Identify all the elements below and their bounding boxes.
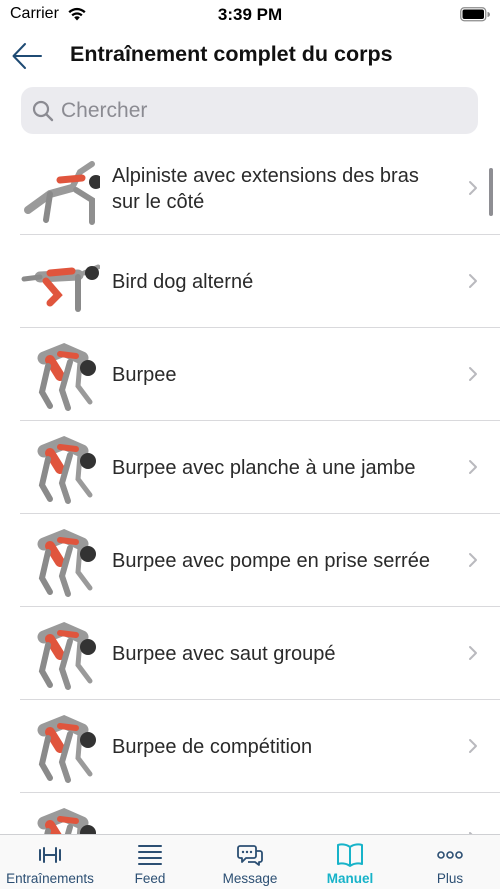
status-bar: Carrier 3:39 PM	[0, 0, 500, 30]
search-bar[interactable]	[21, 87, 478, 134]
battery-icon	[460, 7, 490, 27]
exercise-thumbnail	[20, 615, 100, 693]
exercise-thumbnail	[20, 429, 100, 507]
exercise-label	[112, 793, 442, 834]
scrollbar[interactable]	[489, 168, 493, 216]
exercise-thumbnail	[20, 336, 100, 414]
exercise-row[interactable]: Burpee	[20, 328, 500, 421]
tab-dumbbell[interactable]: Entraînements	[0, 835, 100, 889]
tab-label: Manuel	[326, 871, 374, 886]
back-button[interactable]	[10, 40, 44, 72]
exercise-label: Burpee avec saut groupé	[112, 642, 336, 665]
exercise-label: Bird dog alterné	[112, 270, 254, 293]
exercise-label: Alpiniste avec extensions des bras sur l…	[112, 164, 419, 213]
chevron-right-icon	[468, 180, 478, 196]
exercise-label: Burpee avec pompe en prise serrée	[112, 549, 430, 572]
tab-label: Feed	[134, 871, 166, 886]
exercise-label: Burpee avec planche à une jambe	[112, 456, 416, 479]
exercise-thumbnail	[20, 801, 100, 834]
exercise-label: Burpee de compétition	[112, 735, 313, 758]
tab-label: Message	[222, 871, 278, 886]
tab-more-dots[interactable]: Plus	[400, 835, 500, 889]
exercise-thumbnail	[20, 150, 103, 228]
search-icon	[31, 99, 55, 123]
more-dots-icon	[436, 842, 464, 868]
navigation-bar: Entraînement complet du corps	[0, 30, 500, 82]
exercise-row[interactable]: Burpee avec planche à une jambe	[20, 421, 500, 514]
exercise-list[interactable]: Alpiniste avec extensions des bras sur l…	[0, 142, 500, 834]
tab-feed-lines[interactable]: Feed	[100, 835, 200, 889]
exercise-row[interactable]: Burpee avec saut groupé	[20, 607, 500, 700]
tab-label: Entraînements	[6, 871, 94, 886]
tab-book[interactable]: Manuel	[300, 835, 400, 889]
clock: 3:39 PM	[217, 5, 283, 24]
tab-chat-bubbles[interactable]: Message	[200, 835, 300, 889]
exercise-thumbnail	[20, 243, 101, 321]
chat-bubbles-icon	[236, 842, 264, 868]
chevron-right-icon	[468, 738, 478, 754]
feed-lines-icon	[136, 842, 164, 868]
exercise-thumbnail	[20, 522, 100, 600]
tab-label: Plus	[436, 871, 464, 886]
page-title: Entraînement complet du corps	[70, 42, 393, 66]
exercise-row[interactable]: Burpee avec pompe en prise serrée	[20, 514, 500, 607]
exercise-thumbnail	[20, 708, 100, 786]
dumbbell-icon	[36, 842, 64, 868]
tab-bar: Entraînements Feed Message Manuel Plus	[0, 834, 500, 889]
chevron-right-icon	[468, 273, 478, 289]
chevron-right-icon	[468, 552, 478, 568]
book-icon	[336, 842, 364, 868]
chevron-right-icon	[468, 645, 478, 661]
exercise-row[interactable]	[20, 793, 500, 834]
exercise-row[interactable]: Burpee de compétition	[20, 700, 500, 793]
exercise-row[interactable]: Bird dog alterné	[20, 235, 500, 328]
back-arrow-icon	[12, 43, 42, 69]
exercise-label: Burpee	[112, 363, 177, 386]
search-input[interactable]	[61, 90, 461, 131]
chevron-right-icon	[468, 459, 478, 475]
chevron-right-icon	[468, 366, 478, 382]
exercise-row[interactable]: Alpiniste avec extensions des bras sur l…	[20, 142, 500, 235]
